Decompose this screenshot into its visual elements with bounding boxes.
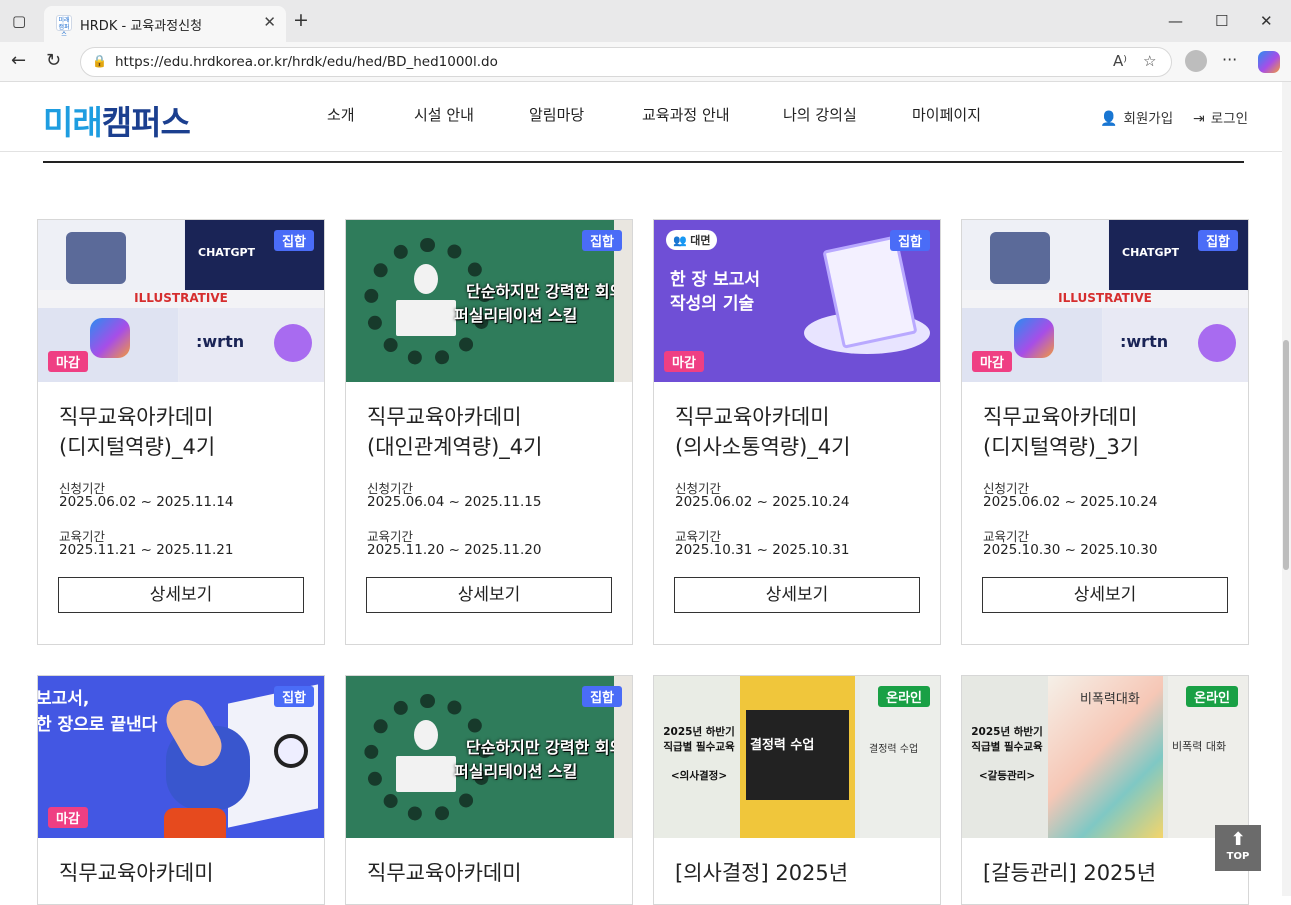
course-title[interactable]: 직무교육아카데미 (디지털역량)_4기 (59, 402, 309, 462)
nav-mypage[interactable]: 마이페이지 (912, 104, 981, 125)
scrollbar-thumb[interactable] (1283, 340, 1289, 570)
arrow-up-icon: ⬆ (1230, 829, 1246, 850)
tab-actions-icon[interactable]: ▢ (12, 12, 26, 30)
course-thumbnail[interactable]: 보고서, 한 장으로 끝낸다 집합 마감 (38, 676, 324, 838)
course-thumbnail[interactable]: 단순하지만 강력한 회의 퍼실리테이션 스킬 집합 (346, 220, 632, 382)
course-title[interactable]: 직무교육아카데미 (디지털역량)_3기 (983, 402, 1233, 462)
edu-period-value: 2025.11.20 ~ 2025.11.20 (367, 542, 542, 558)
closed-badge: 마감 (48, 807, 88, 828)
nav-my-classroom[interactable]: 나의 강의실 (783, 104, 857, 125)
course-type-badge: 온라인 (1186, 686, 1238, 707)
copilot-icon[interactable] (1258, 51, 1280, 73)
minimize-icon[interactable]: — (1168, 12, 1183, 30)
nav-intro[interactable]: 소개 (327, 104, 355, 125)
closed-badge: 마감 (972, 351, 1012, 372)
course-type-badge: 집합 (274, 230, 314, 251)
browser-tabbar: ▢ 미래캠퍼스 HRDK - 교육과정신청 ✕ + — ☐ ✕ (0, 0, 1291, 42)
edu-period-value: 2025.10.30 ~ 2025.10.30 (983, 542, 1158, 558)
course-type-badge: 집합 (582, 230, 622, 251)
back-to-top-button[interactable]: ⬆ TOP (1215, 825, 1261, 871)
course-card[interactable]: 👥 대면 한 장 보고서 작성의 기술 집합 마감 직무교육아카데미 (의사소통역량… (653, 219, 941, 645)
new-tab-icon[interactable]: + (293, 9, 309, 31)
course-card[interactable]: CHATGPT ILLUSTRATIVE :wrtn 집합 마감 직무교육아카데… (37, 219, 325, 645)
tab-title: HRDK - 교육과정신청 (80, 19, 203, 34)
apply-period-value: 2025.06.02 ~ 2025.10.24 (675, 494, 850, 510)
course-title[interactable]: 직무교육아카데미 (59, 858, 309, 888)
close-tab-icon[interactable]: ✕ (263, 13, 276, 31)
favicon-icon: 미래캠퍼스 (56, 15, 72, 38)
nav-facility[interactable]: 시설 안내 (414, 104, 474, 125)
course-card[interactable]: 2025년 하반기 직급별 필수교육 <갈등관리> 비폭력대화 비폭력 대화 온… (961, 675, 1249, 905)
address-bar[interactable]: 🔒 https://edu.hrdkorea.or.kr/hrdk/edu/he… (80, 47, 1172, 77)
course-type-badge: 집합 (274, 686, 314, 707)
more-menu-icon[interactable]: ··· (1222, 50, 1237, 69)
apply-period-value: 2025.06.04 ~ 2025.11.15 (367, 494, 542, 510)
read-aloud-icon[interactable]: A⁾ (1113, 52, 1127, 70)
course-card[interactable]: 단순하지만 강력한 회의 퍼실리테이션 스킬 집합 직무교육아카데미 (345, 675, 633, 905)
profile-avatar[interactable] (1185, 50, 1207, 72)
edu-period-value: 2025.11.21 ~ 2025.11.21 (59, 542, 234, 558)
course-thumbnail[interactable]: CHATGPT ILLUSTRATIVE :wrtn 집합 마감 (962, 220, 1248, 382)
detail-button[interactable]: 상세보기 (366, 577, 612, 613)
course-card[interactable]: 2025년 하반기 직급별 필수교육 <의사결정> 결정력 수업 결정력 수업 … (653, 675, 941, 905)
login-link[interactable]: ⇥ 로그인 (1193, 107, 1248, 127)
course-card[interactable]: CHATGPT ILLUSTRATIVE :wrtn 집합 마감 직무교육아카데… (961, 219, 1249, 645)
detail-button[interactable]: 상세보기 (674, 577, 920, 613)
course-thumbnail[interactable]: 👥 대면 한 장 보고서 작성의 기술 집합 마감 (654, 220, 940, 382)
maximize-icon[interactable]: ☐ (1215, 12, 1228, 30)
course-type-badge: 집합 (890, 230, 930, 251)
browser-tab[interactable]: 미래캠퍼스 HRDK - 교육과정신청 ✕ (44, 6, 286, 42)
course-type-badge: 집합 (1198, 230, 1238, 251)
refresh-icon[interactable]: ↻ (46, 50, 61, 71)
nav-notice[interactable]: 알림마당 (529, 104, 584, 125)
format-chip: 👥 대면 (666, 230, 718, 250)
login-icon: ⇥ (1193, 111, 1205, 127)
favorite-star-icon[interactable]: ☆ (1143, 52, 1156, 70)
course-title[interactable]: 직무교육아카데미 (의사소통역량)_4기 (675, 402, 925, 462)
apply-period-value: 2025.06.02 ~ 2025.10.24 (983, 494, 1158, 510)
detail-button[interactable]: 상세보기 (58, 577, 304, 613)
back-icon[interactable]: ← (11, 50, 26, 71)
course-type-badge: 온라인 (878, 686, 930, 707)
edu-period-value: 2025.10.31 ~ 2025.10.31 (675, 542, 850, 558)
section-divider (43, 161, 1244, 163)
course-title[interactable]: 직무교육아카데미 (367, 858, 617, 888)
copilot-logo-icon (90, 318, 130, 358)
course-thumbnail[interactable]: 단순하지만 강력한 회의 퍼실리테이션 스킬 집합 (346, 676, 632, 838)
detail-button[interactable]: 상세보기 (982, 577, 1228, 613)
course-card[interactable]: 단순하지만 강력한 회의 퍼실리테이션 스킬 집합 직무교육아카데미 (대인관계역… (345, 219, 633, 645)
course-thumbnail[interactable]: 2025년 하반기 직급별 필수교육 <의사결정> 결정력 수업 결정력 수업 … (654, 676, 940, 838)
user-icon: 👤 (1100, 111, 1118, 127)
course-title[interactable]: [갈등관리] 2025년 (983, 858, 1233, 888)
closed-badge: 마감 (48, 351, 88, 372)
browser-toolbar: ← ↻ 🔒 https://edu.hrdkorea.or.kr/hrdk/ed… (0, 42, 1291, 82)
course-thumbnail[interactable]: CHATGPT ILLUSTRATIVE :wrtn 집합 마감 (38, 220, 324, 382)
signup-link[interactable]: 👤 회원가입 (1100, 107, 1173, 127)
closed-badge: 마감 (664, 351, 704, 372)
course-thumbnail[interactable]: 2025년 하반기 직급별 필수교육 <갈등관리> 비폭력대화 비폭력 대화 온… (962, 676, 1248, 838)
nav-course-info[interactable]: 교육과정 안내 (642, 104, 730, 125)
lock-icon: 🔒 (92, 54, 107, 68)
course-type-badge: 집합 (582, 686, 622, 707)
copilot-logo-icon (1014, 318, 1054, 358)
close-window-icon[interactable]: ✕ (1260, 12, 1273, 30)
site-header: 미래캠퍼스 소개 시설 안내 알림마당 교육과정 안내 나의 강의실 마이페이지… (0, 82, 1282, 152)
apply-period-value: 2025.06.02 ~ 2025.11.14 (59, 494, 234, 510)
people-icon: 👥 (673, 234, 687, 247)
url-text: https://edu.hrdkorea.or.kr/hrdk/edu/hed/… (115, 54, 498, 70)
course-card[interactable]: 보고서, 한 장으로 끝낸다 집합 마감 직무교육아카데미 (37, 675, 325, 905)
course-title[interactable]: [의사결정] 2025년 (675, 858, 925, 888)
site-logo[interactable]: 미래캠퍼스 (43, 96, 191, 144)
course-title[interactable]: 직무교육아카데미 (대인관계역량)_4기 (367, 402, 617, 462)
